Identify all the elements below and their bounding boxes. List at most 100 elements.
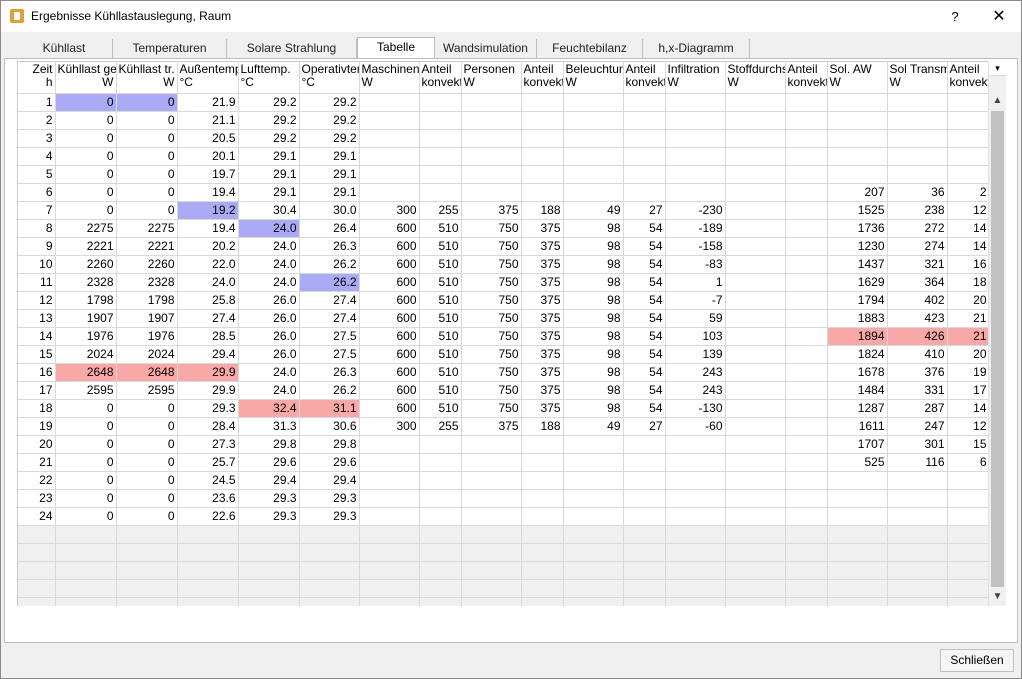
table-row[interactable]: 2 0 0 21.1 29.2 29.2 [18, 111, 988, 130]
table-cell[interactable] [785, 273, 828, 292]
table-cell[interactable]: -189 [665, 219, 726, 238]
scroll-thumb[interactable] [991, 111, 1004, 587]
row-hour[interactable]: 19 [18, 417, 56, 436]
row-hour[interactable]: 8 [18, 219, 56, 238]
table-cell[interactable]: 19 [947, 363, 988, 382]
table-row[interactable]: 6 0 0 19.4 29.1 29.1 207 36 2 [18, 183, 988, 202]
column-header[interactable]: Anteil konvekt [623, 62, 666, 94]
table-cell[interactable]: 27.4 [177, 309, 239, 328]
table-cell[interactable] [725, 399, 786, 418]
table-cell[interactable]: 59 [665, 309, 726, 328]
table-cell[interactable] [947, 507, 988, 526]
table-cell[interactable] [887, 93, 948, 112]
table-cell[interactable] [461, 147, 522, 166]
table-cell[interactable]: 238 [887, 201, 948, 220]
table-cell[interactable]: 29.9 [177, 381, 239, 400]
column-header[interactable]: StoffdurchsaW [725, 62, 786, 94]
table-cell[interactable] [725, 111, 786, 130]
table-row[interactable]: 12 1798 1798 25.8 26.0 27.4 600 510 750 375 98 54 -7… [18, 291, 988, 310]
table-cell[interactable]: 1883 [827, 309, 888, 328]
column-header[interactable]: Sol Transm.W [887, 62, 948, 94]
table-cell[interactable] [665, 111, 726, 130]
table-cell[interactable]: 600 [359, 363, 420, 382]
table-cell[interactable]: 54 [623, 219, 666, 238]
table-cell[interactable] [887, 129, 948, 148]
table-cell[interactable]: 600 [359, 345, 420, 364]
table-cell[interactable] [665, 507, 726, 526]
table-cell[interactable] [419, 111, 462, 130]
table-cell[interactable]: 331 [887, 381, 948, 400]
table-cell[interactable]: 247 [887, 417, 948, 436]
table-cell[interactable]: 24.0 [177, 273, 239, 292]
table-cell[interactable]: 98 [563, 399, 624, 418]
table-cell[interactable]: 28.5 [177, 327, 239, 346]
table-cell[interactable] [563, 111, 624, 130]
table-cell[interactable] [785, 327, 828, 346]
table-row[interactable]: 17 2595 2595 29.9 24.0 26.2 600 510 750 375 98 54 24… [18, 381, 988, 400]
table-cell[interactable] [785, 201, 828, 220]
table-cell[interactable]: 1976 [55, 327, 117, 346]
table-cell[interactable] [785, 453, 828, 472]
table-cell[interactable]: 25.8 [177, 291, 239, 310]
table-cell[interactable] [359, 453, 420, 472]
table-row[interactable]: 15 2024 2024 29.4 26.0 27.5 600 510 750 375 98 54 13… [18, 345, 988, 364]
table-cell[interactable] [785, 93, 828, 112]
table-cell[interactable]: 98 [563, 255, 624, 274]
table-cell[interactable] [359, 489, 420, 508]
table-cell[interactable]: 301 [887, 435, 948, 454]
row-hour[interactable]: 16 [18, 363, 56, 382]
table-cell[interactable]: 29.2 [238, 111, 300, 130]
table-cell[interactable]: 1824 [827, 345, 888, 364]
table-cell[interactable]: 30.4 [238, 201, 300, 220]
table-cell[interactable] [521, 165, 564, 184]
table-cell[interactable] [785, 489, 828, 508]
row-hour[interactable]: 3 [18, 129, 56, 148]
table-cell[interactable]: 1678 [827, 363, 888, 382]
table-cell[interactable]: 1230 [827, 237, 888, 256]
table-cell[interactable]: 0 [116, 507, 178, 526]
table-cell[interactable]: 29.8 [299, 435, 360, 454]
table-row[interactable]: 4 0 0 20.1 29.1 29.1 [18, 147, 988, 166]
table-cell[interactable]: -83 [665, 255, 726, 274]
table-cell[interactable] [359, 147, 420, 166]
table-cell[interactable] [461, 507, 522, 526]
table-cell[interactable]: 510 [419, 255, 462, 274]
table-row[interactable]: 14 1976 1976 28.5 26.0 27.5 600 510 750 375 98 54 10… [18, 327, 988, 346]
table-cell[interactable]: 12 [947, 201, 988, 220]
table-cell[interactable] [725, 381, 786, 400]
table-cell[interactable]: 29.1 [238, 147, 300, 166]
table-cell[interactable]: 25.7 [177, 453, 239, 472]
table-cell[interactable]: 402 [887, 291, 948, 310]
table-cell[interactable]: 54 [623, 381, 666, 400]
table-cell[interactable]: 0 [55, 165, 117, 184]
table-cell[interactable]: 29.3 [238, 507, 300, 526]
table-cell[interactable] [827, 489, 888, 508]
table-cell[interactable]: 21.1 [177, 111, 239, 130]
table-cell[interactable] [419, 183, 462, 202]
table-cell[interactable]: 2024 [116, 345, 178, 364]
table-cell[interactable] [563, 489, 624, 508]
table-cell[interactable]: 29.2 [299, 93, 360, 112]
table-cell[interactable]: 0 [55, 111, 117, 130]
scroll-down-icon[interactable]: ▼ [989, 589, 1006, 605]
table-cell[interactable]: 255 [419, 417, 462, 436]
table-cell[interactable] [887, 147, 948, 166]
table-cell[interactable]: 26.3 [299, 237, 360, 256]
table-cell[interactable]: 24.0 [238, 381, 300, 400]
table-cell[interactable] [785, 255, 828, 274]
table-cell[interactable]: 36 [887, 183, 948, 202]
table-cell[interactable] [419, 489, 462, 508]
table-cell[interactable] [827, 129, 888, 148]
row-hour[interactable]: 13 [18, 309, 56, 328]
table-cell[interactable] [623, 453, 666, 472]
table-cell[interactable] [887, 507, 948, 526]
table-cell[interactable]: 1794 [827, 291, 888, 310]
table-cell[interactable] [947, 129, 988, 148]
table-cell[interactable]: 31.3 [238, 417, 300, 436]
table-cell[interactable] [563, 507, 624, 526]
table-cell[interactable]: 207 [827, 183, 888, 202]
table-cell[interactable] [725, 219, 786, 238]
table-cell[interactable]: 26.0 [238, 345, 300, 364]
table-cell[interactable] [725, 201, 786, 220]
table-cell[interactable]: 26.2 [299, 273, 360, 292]
